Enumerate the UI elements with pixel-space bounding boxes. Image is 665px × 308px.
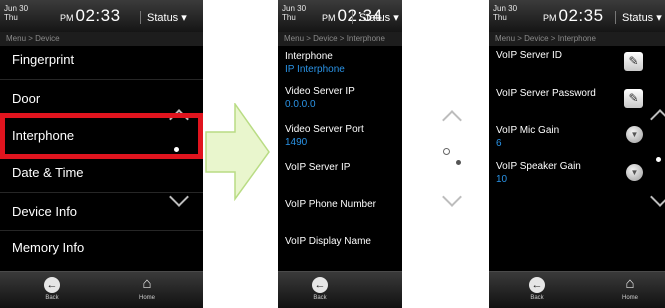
home-icon: ⌂ bbox=[625, 275, 635, 292]
home-button[interactable]: ⌂ Home bbox=[399, 275, 402, 301]
voip-server-id-setting[interactable]: VoIP Server ID bbox=[496, 50, 562, 61]
home-label: Home bbox=[399, 295, 402, 301]
home-label: Home bbox=[621, 295, 638, 301]
breadcrumb: Menu > Device bbox=[0, 32, 203, 46]
date-text: Jun 30 bbox=[493, 4, 518, 13]
home-button[interactable]: ⌂ Home bbox=[132, 275, 162, 302]
interphone-settings-screen-1: Jun 30 Thu PM 02:34 Status ▾ Menu > Devic… bbox=[278, 0, 402, 308]
back-label: Back bbox=[313, 295, 327, 301]
time-text: 02:35 bbox=[558, 6, 604, 25]
clock: PM 02:33 bbox=[60, 6, 121, 26]
page-indicator-dot-active bbox=[656, 157, 661, 162]
status-dropdown[interactable]: Status ▾ bbox=[615, 11, 662, 24]
voip-server-password-edit-icon[interactable]: ✎ bbox=[624, 89, 643, 108]
voip-phone-number-setting[interactable]: VoIP Phone Number bbox=[285, 199, 376, 210]
status-bar: Jun 30 Thu PM 02:33 Status ▾ bbox=[0, 0, 203, 32]
bottom-bar: ← Back ⌂ Home bbox=[278, 271, 402, 308]
flow-arrow-icon bbox=[205, 103, 270, 201]
home-button[interactable]: ⌂ Home bbox=[615, 275, 645, 302]
date-display: Jun 30 Thu bbox=[282, 4, 306, 22]
status-bar: Jun 30 Thu PM 02:34 Status ▾ bbox=[278, 0, 402, 32]
setting-label: VoIP Server Password bbox=[496, 88, 596, 99]
status-bar: Jun 30 Thu PM 02:35 Status ▾ bbox=[489, 0, 665, 32]
voip-display-name-setting[interactable]: VoIP Display Name bbox=[285, 236, 371, 247]
breadcrumb: Menu > Device > Interphone bbox=[489, 32, 665, 46]
ampm-text: PM bbox=[322, 13, 336, 23]
setting-label: VoIP Mic Gain bbox=[496, 125, 560, 136]
bottom-bar: ← Back ⌂ Home bbox=[489, 271, 665, 308]
back-button[interactable]: ← Back bbox=[37, 275, 67, 301]
page-indicator-dot bbox=[456, 160, 461, 165]
back-button[interactable]: ← Back bbox=[522, 275, 552, 301]
menu-item-device-info[interactable]: Device Info bbox=[0, 204, 203, 219]
clock: PM 02:35 bbox=[543, 6, 604, 26]
scroll-up-icon[interactable] bbox=[442, 110, 462, 130]
voip-speaker-gain-setting[interactable]: VoIP Speaker Gain 10 bbox=[496, 161, 581, 185]
voip-server-id-edit-icon[interactable]: ✎ bbox=[624, 52, 643, 71]
setting-value: IP Interphone bbox=[285, 64, 345, 75]
back-button[interactable]: ← Back bbox=[305, 275, 335, 301]
page-indicator-dot-active bbox=[443, 148, 450, 155]
status-dropdown[interactable]: Status ▾ bbox=[140, 11, 187, 24]
time-text: 02:33 bbox=[75, 6, 121, 25]
back-label: Back bbox=[45, 295, 59, 301]
status-dropdown[interactable]: Status ▾ bbox=[352, 11, 399, 24]
interphone-setting[interactable]: Interphone IP Interphone bbox=[285, 51, 345, 75]
breadcrumb: Menu > Device > Interphone bbox=[278, 32, 402, 46]
date-display: Jun 30 Thu bbox=[4, 4, 28, 22]
menu-item-date-time[interactable]: Date & Time bbox=[0, 165, 203, 180]
weekday-text: Thu bbox=[493, 13, 507, 22]
ampm-text: PM bbox=[60, 13, 74, 23]
setting-label: Interphone bbox=[285, 51, 333, 62]
setting-label: VoIP Speaker Gain bbox=[496, 161, 581, 172]
back-icon: ← bbox=[44, 277, 60, 293]
setting-value: 6 bbox=[496, 138, 502, 149]
ampm-text: PM bbox=[543, 13, 557, 23]
voip-speaker-gain-dropdown-icon[interactable]: ▼ bbox=[626, 164, 643, 181]
home-icon: ⌂ bbox=[142, 275, 152, 292]
scroll-down-icon[interactable] bbox=[650, 187, 665, 207]
interphone-settings-screen-2: Jun 30 Thu PM 02:35 Status ▾ Menu > Devic… bbox=[489, 0, 665, 308]
video-server-port-setting[interactable]: Video Server Port 1490 bbox=[285, 124, 364, 148]
weekday-text: Thu bbox=[282, 13, 296, 22]
setting-value: 1490 bbox=[285, 137, 308, 148]
setting-label: Video Server Port bbox=[285, 124, 364, 135]
setting-label: VoIP Server IP bbox=[285, 162, 351, 173]
scroll-down-icon[interactable] bbox=[442, 187, 462, 207]
setting-label: VoIP Display Name bbox=[285, 236, 371, 247]
date-display: Jun 30 Thu bbox=[493, 4, 517, 22]
date-text: Jun 30 bbox=[4, 4, 29, 13]
setting-value: 10 bbox=[496, 174, 508, 185]
setting-value: 0.0.0.0 bbox=[285, 99, 316, 110]
date-text: Jun 30 bbox=[282, 4, 307, 13]
home-label: Home bbox=[138, 295, 155, 301]
voip-mic-gain-setting[interactable]: VoIP Mic Gain 6 bbox=[496, 125, 559, 149]
setting-label: VoIP Server ID bbox=[496, 50, 562, 61]
weekday-text: Thu bbox=[4, 13, 18, 22]
menu-item-door[interactable]: Door bbox=[0, 91, 203, 106]
interphone-highlight-box bbox=[0, 113, 203, 159]
voip-server-password-setting[interactable]: VoIP Server Password bbox=[496, 88, 596, 99]
menu-item-memory-info[interactable]: Memory Info bbox=[0, 240, 203, 255]
menu-item-fingerprint[interactable]: Fingerprint bbox=[0, 52, 203, 67]
back-icon: ← bbox=[312, 277, 328, 293]
back-icon: ← bbox=[529, 277, 545, 293]
divider bbox=[0, 79, 203, 80]
bottom-bar: ← Back ⌂ Home bbox=[0, 271, 203, 308]
scroll-up-icon[interactable] bbox=[650, 109, 665, 129]
back-label: Back bbox=[530, 295, 544, 301]
setting-label: VoIP Phone Number bbox=[285, 199, 376, 210]
voip-server-ip-setting[interactable]: VoIP Server IP bbox=[285, 162, 350, 173]
video-server-ip-setting[interactable]: Video Server IP 0.0.0.0 bbox=[285, 86, 355, 110]
voip-mic-gain-dropdown-icon[interactable]: ▼ bbox=[626, 126, 643, 143]
divider bbox=[0, 230, 203, 231]
setting-label: Video Server IP bbox=[285, 86, 355, 97]
